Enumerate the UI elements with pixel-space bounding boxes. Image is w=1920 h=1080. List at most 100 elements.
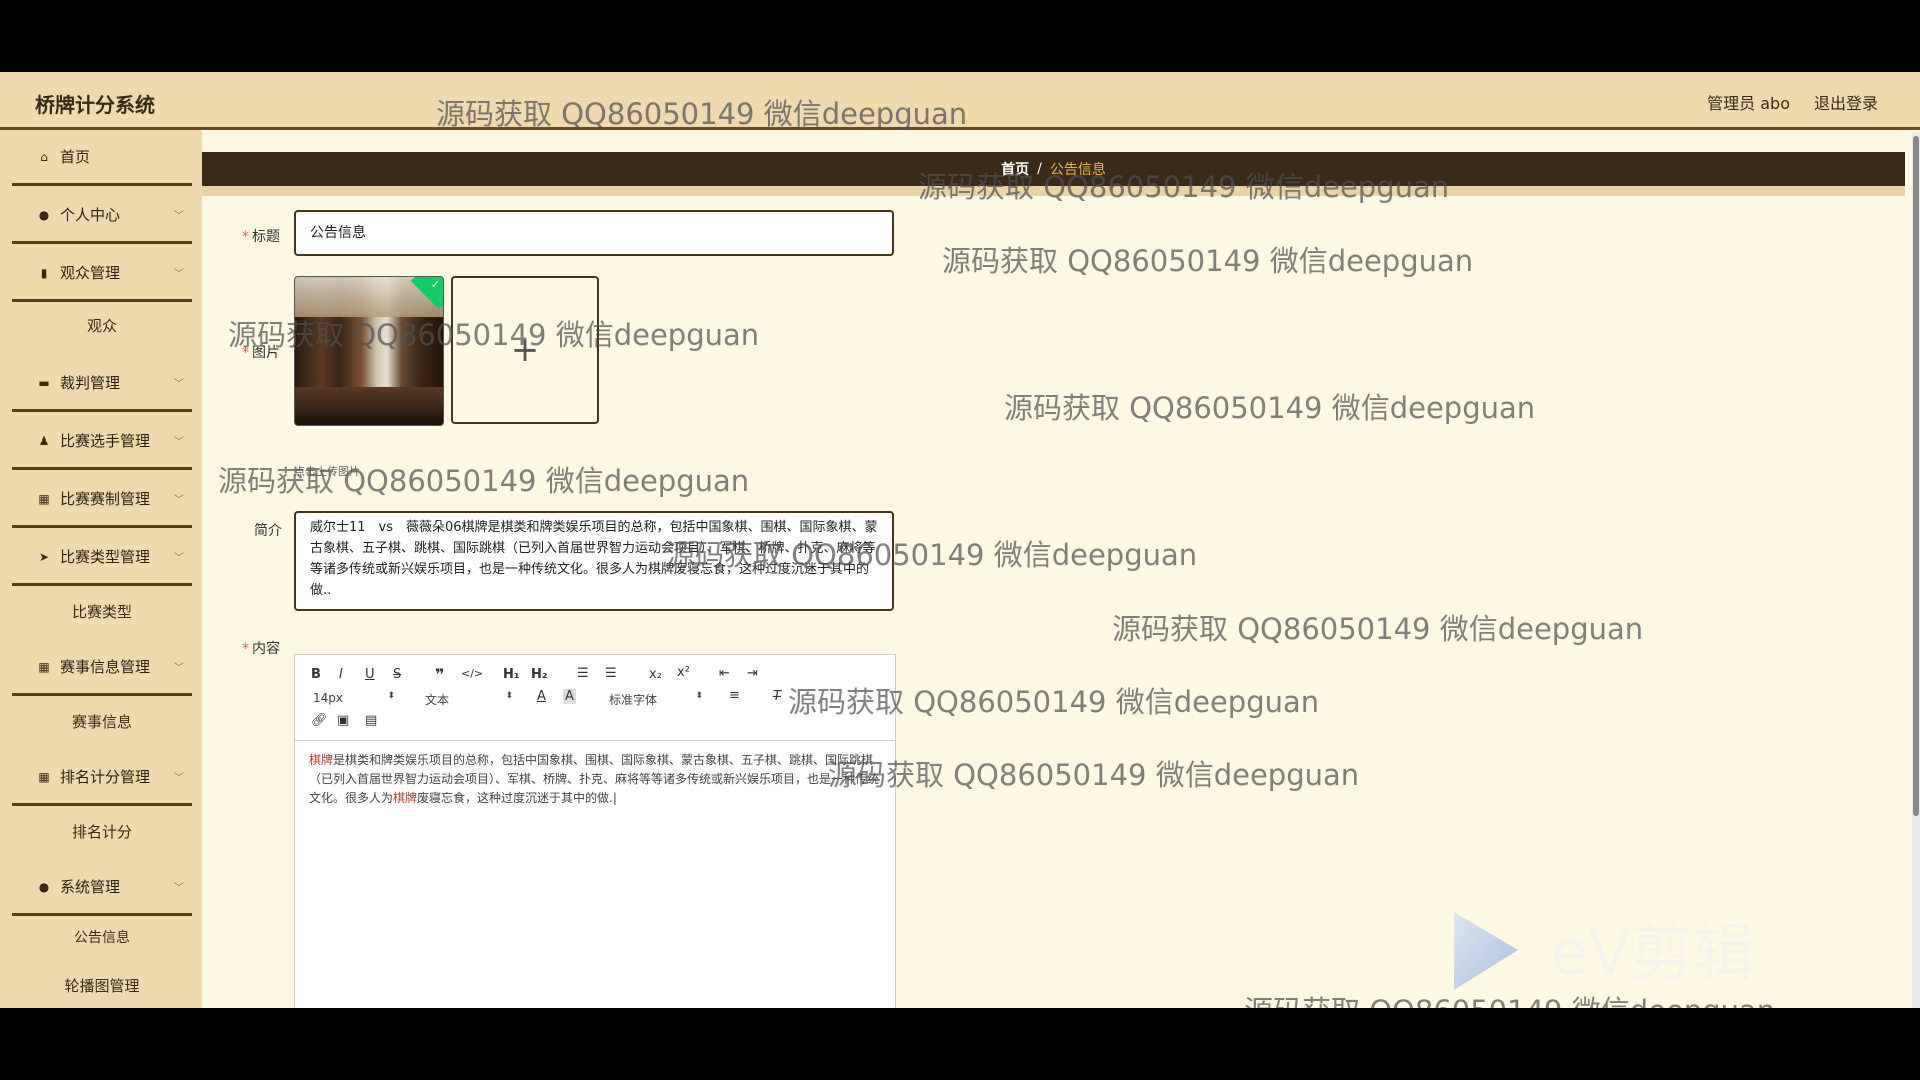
text-cursor: | [612,791,617,805]
editor-content[interactable]: 棋牌是棋类和牌类娱乐项目的总称，包括中国象棋、围棋、国际象棋、蒙古象棋、五子棋、… [309,751,883,808]
intro-textarea[interactable]: 威尔士11 vs 薇薇朵06棋牌是棋类和牌类娱乐项目的总称，包括中国象棋、围棋、… [294,511,894,611]
send-icon: ➤ [38,549,50,564]
scrollbar-thumb[interactable] [1913,136,1919,816]
sidebar-item-type-management[interactable]: ➤ 比赛类型管理 ﹀ [12,530,192,586]
home-icon: ⌂ [40,149,48,164]
code-icon[interactable]: </> [461,667,483,680]
clear-format-icon[interactable]: T̶ [773,689,781,704]
breadcrumb: 首页 / 公告信息 [202,152,1905,186]
bullet-list-icon[interactable]: ☰ [605,666,617,681]
sidebar-item-label: 比赛选手管理 [60,432,151,450]
sidebar-subitem-announcement[interactable]: 公告信息 [12,914,192,960]
app-title: 桥牌计分系统 [35,93,155,117]
title-input[interactable]: 公告信息 [294,210,894,256]
sidebar-subitem-audience[interactable]: 观众 [12,302,192,348]
grid-icon: ▦ [38,491,50,506]
indent-icon[interactable]: ⇥ [747,666,758,681]
sidebar-item-label: 比赛赛制管理 [60,490,151,508]
intro-label: 简介 [254,523,282,539]
briefcase-icon: ▬ [38,375,50,390]
sidebar-item-personal-center[interactable]: ● 个人中心 ﹀ [12,188,192,244]
chevron-down-icon: ﹀ [174,495,184,506]
font-size-select[interactable]: 14px ⬍ [313,691,395,705]
sidebar: ⌂ 首页 ● 个人中心 ﹀ ▮ 观众管理 ﹀ 观众 ▬ 裁判管理 ﹀ ♟ 比赛选… [0,130,202,1008]
text-style-select[interactable]: 文本 ⬍ [425,691,513,708]
sidebar-item-audience-management[interactable]: ▮ 观众管理 ﹀ [12,246,192,302]
upload-hint: 点击上传图片 [294,465,360,478]
sidebar-subitem-match-type[interactable]: 比赛类型 [12,588,192,634]
select-arrow-icon: ⬍ [695,691,703,701]
chevron-down-icon: ﹀ [174,379,184,390]
bold-icon[interactable]: B [311,667,321,682]
sidebar-item-home[interactable]: ⌂ 首页 [12,130,192,186]
sidebar-item-label: 比赛类型管理 [60,548,151,566]
background-color-icon[interactable]: A [563,689,576,704]
font-family-select[interactable]: 标准字体 ⬍ [609,691,703,708]
select-arrow-icon: ⬍ [387,691,395,701]
sidebar-item-label: 裁判管理 [60,374,121,392]
header1-icon[interactable]: H₁ [503,667,520,682]
select-arrow-icon: ⬍ [505,691,513,701]
chevron-down-icon: ﹀ [174,269,184,280]
lightbulb-icon: ● [38,879,50,894]
editor-toolbar: B I U S ❞ </> H₁ H₂ ☰ ☰ x₂ x² ⇤ ⇥ 14px ⬍ … [295,655,895,741]
sidebar-item-event-management[interactable]: ▦ 赛事信息管理 ﹀ [12,640,192,696]
sidebar-item-label: 观众管理 [60,264,121,282]
page-scrollbar[interactable] [1912,132,1920,1008]
app-window: 桥牌计分系统 管理员 abo 退出登录 ⌂ 首页 ● 个人中心 ﹀ ▮ 观众管理… [0,72,1920,1008]
breadcrumb-underline [202,186,1905,196]
link-icon[interactable]: 🔗︎ [311,713,328,728]
sidebar-item-label: 个人中心 [60,206,121,224]
check-icon: ✓ [430,278,440,291]
chevron-down-icon: ﹀ [174,437,184,448]
font-color-icon[interactable]: A [537,689,546,704]
underline-icon[interactable]: U [365,667,375,682]
chevron-down-icon: ﹀ [174,663,184,674]
content-label: * 内容 [242,641,280,657]
clipboard-icon: ▮ [40,265,48,280]
ordered-list-icon[interactable]: ☰ [577,666,589,681]
align-icon[interactable]: ≡ [729,688,740,703]
grid-icon: ▦ [38,659,50,674]
strikethrough-icon[interactable]: S [393,667,401,682]
person-icon: ♟ [38,433,50,448]
plus-icon: + [510,330,540,370]
image-upload-button[interactable]: + [451,276,599,424]
sidebar-item-system-management[interactable]: ● 系统管理 ﹀ [12,860,192,916]
chevron-down-icon: ﹀ [174,773,184,784]
sidebar-item-ranking-management[interactable]: ▦ 排名计分管理 ﹀ [12,750,192,806]
uploaded-image-thumbnail[interactable]: ✓ [294,276,444,426]
blockquote-icon[interactable]: ❞ [435,665,444,684]
italic-icon[interactable]: I [339,667,343,682]
grid-icon: ▦ [38,769,50,784]
breadcrumb-separator: / [1037,161,1042,177]
image-label: * 图片 [242,345,280,361]
sidebar-item-label: 首页 [60,148,91,166]
main-content: 首页 / 公告信息 * 标题 公告信息 * 图片 ✓ + 点击上传图片 简介 威尔士… [202,130,1912,1008]
video-icon[interactable]: ▤ [365,713,377,728]
sidebar-item-referee-management[interactable]: ▬ 裁判管理 ﹀ [12,356,192,412]
header2-icon[interactable]: H₂ [531,667,548,682]
image-icon[interactable]: ▣ [337,713,349,728]
breadcrumb-current: 公告信息 [1049,162,1106,178]
sidebar-item-label: 赛事信息管理 [60,658,151,676]
logout-link[interactable]: 退出登录 [1814,90,1878,114]
sidebar-item-format-management[interactable]: ▦ 比赛赛制管理 ﹀ [12,472,192,528]
breadcrumb-home[interactable]: 首页 [1001,159,1029,179]
user-icon: ● [38,207,50,222]
sidebar-item-label: 系统管理 [60,878,121,896]
top-header: 桥牌计分系统 管理员 abo 退出登录 [0,72,1920,130]
sidebar-subitem-ranking[interactable]: 排名计分 [12,808,192,854]
chevron-down-icon: ﹀ [174,211,184,222]
rich-text-editor: B I U S ❞ </> H₁ H₂ ☰ ☰ x₂ x² ⇤ ⇥ 14px ⬍ … [294,654,896,1008]
sidebar-subitem-event-info[interactable]: 赛事信息 [12,698,192,744]
title-label: * 标题 [242,229,280,245]
superscript-icon[interactable]: x² [677,665,690,680]
chevron-down-icon: ﹀ [174,883,184,894]
sidebar-item-player-management[interactable]: ♟ 比赛选手管理 ﹀ [12,414,192,470]
outdent-icon[interactable]: ⇤ [719,666,730,681]
subscript-icon[interactable]: x₂ [649,667,662,682]
sidebar-subitem-carousel[interactable]: 轮播图管理 [12,962,192,1008]
chevron-down-icon: ﹀ [174,553,184,564]
sidebar-item-label: 排名计分管理 [60,768,151,786]
